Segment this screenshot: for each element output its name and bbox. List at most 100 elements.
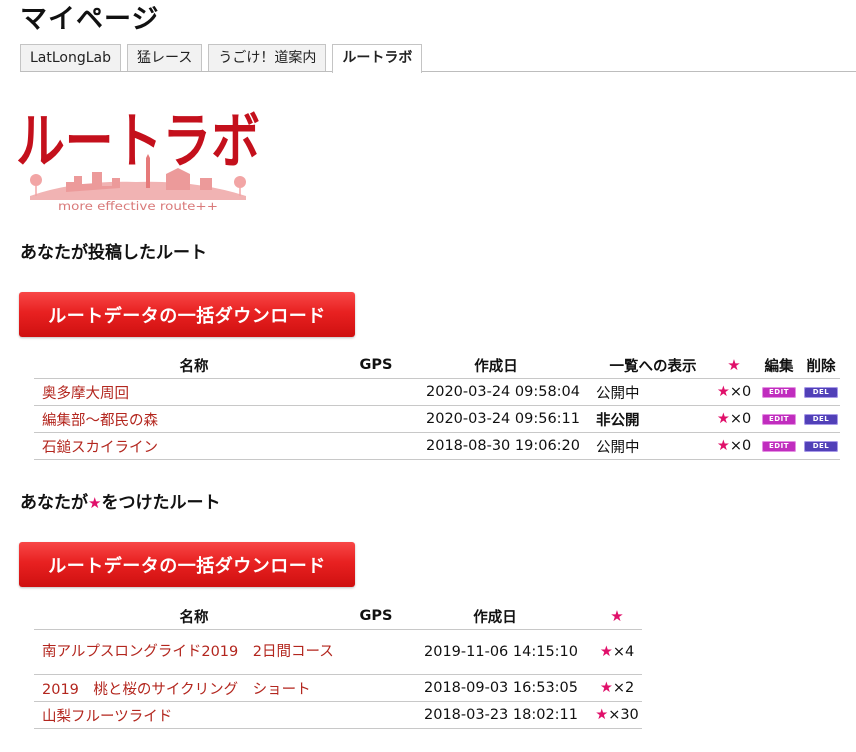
star-count: ×0 bbox=[729, 411, 752, 427]
table-header-row: 名称 GPS 作成日 一覧への表示 ★ 編集 削除 bbox=[34, 352, 840, 379]
tab-ugoke-michiannai[interactable]: うごけ！道案内 bbox=[208, 44, 327, 72]
delete-cell: DEL bbox=[802, 405, 840, 433]
balloon-left-icon bbox=[30, 174, 42, 186]
tab-bar: LatLongLab 猛レース うごけ！道案内 ルートラボ bbox=[20, 44, 428, 73]
route-link[interactable]: 奥多摩大周回 bbox=[42, 386, 129, 402]
route-lab-logo-graphic: ルートラボ more effective route++ bbox=[16, 107, 260, 213]
starred-routes-heading: あなたが★をつけたルート bbox=[20, 488, 220, 513]
gps-cell bbox=[354, 701, 398, 729]
tower-icon bbox=[146, 154, 150, 188]
star-count-cell: ★×30 bbox=[592, 701, 642, 729]
star-count-cell: ★×0 bbox=[712, 405, 756, 433]
star-icon: ★ bbox=[716, 384, 730, 400]
starred-routes-table: 名称 GPS 作成日 ★ 南アルプスロングライド2019 2日間コース 2019… bbox=[34, 603, 642, 729]
gps-cell bbox=[354, 629, 398, 675]
star-icon: ★ bbox=[599, 644, 613, 660]
route-name-cell: 南アルプスロングライド2019 2日間コース bbox=[34, 629, 354, 675]
starred-heading-suffix: をつけたルート bbox=[101, 493, 221, 513]
table-header-row: 名称 GPS 作成日 ★ bbox=[34, 603, 642, 630]
table-row: 奥多摩大周回 2020-03-24 09:58:04 公開中 ★×0 EDIT … bbox=[34, 378, 840, 406]
delete-cell: DEL bbox=[802, 432, 840, 460]
route-link[interactable]: 編集部～都民の森 bbox=[42, 413, 158, 429]
star-count-cell: ★×4 bbox=[592, 629, 642, 675]
col-created: 作成日 bbox=[474, 358, 518, 375]
created-cell: 2020-03-24 09:58:04 bbox=[398, 378, 594, 406]
table-row: 石鎚スカイライン 2018-08-30 19:06:20 公開中 ★×0 EDI… bbox=[34, 432, 840, 460]
star-icon: ★ bbox=[716, 438, 730, 454]
delete-button[interactable]: DEL bbox=[804, 386, 838, 398]
table-row: 編集部～都民の森 2020-03-24 09:56:11 非公開 ★×0 EDI… bbox=[34, 405, 840, 433]
col-created: 作成日 bbox=[473, 609, 517, 626]
delete-button[interactable]: DEL bbox=[804, 413, 838, 425]
edit-button[interactable]: EDIT bbox=[762, 386, 796, 398]
edit-cell: EDIT bbox=[756, 432, 802, 460]
route-link[interactable]: 南アルプスロングライド2019 2日間コース bbox=[42, 644, 334, 660]
skyline-block bbox=[200, 178, 212, 190]
edit-cell: EDIT bbox=[756, 405, 802, 433]
edit-button[interactable]: EDIT bbox=[762, 440, 796, 452]
visibility-cell: 公開中 bbox=[594, 378, 712, 406]
tab-mou-race[interactable]: 猛レース bbox=[127, 44, 203, 72]
col-gps: GPS bbox=[359, 608, 393, 624]
edit-cell: EDIT bbox=[756, 378, 802, 406]
delete-cell: DEL bbox=[802, 378, 840, 406]
table-row: 山梨フルーツライド 2018-03-23 18:02:11 ★×30 bbox=[34, 701, 642, 729]
star-count-cell: ★×0 bbox=[712, 432, 756, 460]
star-count-cell: ★×0 bbox=[712, 378, 756, 406]
created-cell: 2020-03-24 09:56:11 bbox=[398, 405, 594, 433]
route-link[interactable]: 石鎚スカイライン bbox=[42, 440, 158, 456]
bulk-download-posted-button[interactable]: ルートデータの一括ダウンロード bbox=[19, 292, 355, 337]
page-title: マイページ bbox=[20, 4, 160, 35]
gps-cell bbox=[354, 432, 398, 460]
star-count-cell: ★×2 bbox=[592, 674, 642, 702]
star-count: ×2 bbox=[612, 680, 635, 696]
route-name-cell: 山梨フルーツライド bbox=[34, 701, 354, 729]
star-count: ×0 bbox=[729, 384, 752, 400]
col-name: 名称 bbox=[179, 609, 209, 626]
col-star: ★ bbox=[727, 356, 741, 374]
col-edit: 編集 bbox=[764, 358, 794, 375]
route-name-cell: 石鎚スカイライン bbox=[34, 432, 354, 460]
created-cell: 2018-09-03 16:53:05 bbox=[398, 674, 592, 702]
visibility-cell: 非公開 bbox=[594, 405, 712, 433]
logo-title: ルートラボ bbox=[16, 107, 260, 177]
route-lab-logo: ルートラボ more effective route++ bbox=[16, 96, 266, 220]
star-count: ×30 bbox=[608, 707, 639, 723]
route-name-cell: 2019 桃と桜のサイクリング ショート bbox=[34, 674, 354, 702]
posted-routes-table: 名称 GPS 作成日 一覧への表示 ★ 編集 削除 奥多摩大周回 2020-03… bbox=[34, 352, 840, 460]
col-name: 名称 bbox=[179, 358, 209, 375]
edit-button[interactable]: EDIT bbox=[762, 413, 796, 425]
col-visibility: 一覧への表示 bbox=[609, 358, 697, 375]
col-gps: GPS bbox=[359, 357, 393, 373]
table-row: 2019 桃と桜のサイクリング ショート 2018-09-03 16:53:05… bbox=[34, 674, 642, 702]
logo-tagline: more effective route++ bbox=[58, 199, 218, 213]
star-icon: ★ bbox=[595, 707, 609, 723]
route-link[interactable]: 2019 桃と桜のサイクリング ショート bbox=[42, 682, 311, 698]
gps-cell bbox=[354, 378, 398, 406]
route-name-cell: 編集部～都民の森 bbox=[34, 405, 354, 433]
created-cell: 2018-03-23 18:02:11 bbox=[398, 701, 592, 729]
tab-divider bbox=[20, 71, 856, 72]
gps-cell bbox=[354, 405, 398, 433]
table-row: 南アルプスロングライド2019 2日間コース 2019-11-06 14:15:… bbox=[34, 629, 642, 675]
gps-cell bbox=[354, 674, 398, 702]
delete-button[interactable]: DEL bbox=[804, 440, 838, 452]
posted-routes-heading: あなたが投稿したルート bbox=[20, 243, 207, 263]
route-link[interactable]: 山梨フルーツライド bbox=[42, 709, 172, 725]
created-cell: 2018-08-30 19:06:20 bbox=[398, 432, 594, 460]
visibility-cell: 公開中 bbox=[594, 432, 712, 460]
tab-route-lab[interactable]: ルートラボ bbox=[332, 44, 423, 73]
tab-latlonglab[interactable]: LatLongLab bbox=[20, 44, 122, 72]
star-icon: ★ bbox=[716, 411, 730, 427]
star-icon: ★ bbox=[88, 494, 102, 512]
created-cell: 2019-11-06 14:15:10 bbox=[398, 629, 592, 675]
balloon-right-icon bbox=[234, 176, 246, 188]
bulk-download-starred-button[interactable]: ルートデータの一括ダウンロード bbox=[19, 542, 355, 587]
star-count: ×0 bbox=[729, 438, 752, 454]
star-icon: ★ bbox=[599, 680, 613, 696]
skyline-base bbox=[30, 181, 246, 200]
route-name-cell: 奥多摩大周回 bbox=[34, 378, 354, 406]
col-delete: 削除 bbox=[806, 358, 836, 375]
star-count: ×4 bbox=[612, 644, 635, 660]
starred-heading-prefix: あなたが bbox=[20, 493, 88, 513]
